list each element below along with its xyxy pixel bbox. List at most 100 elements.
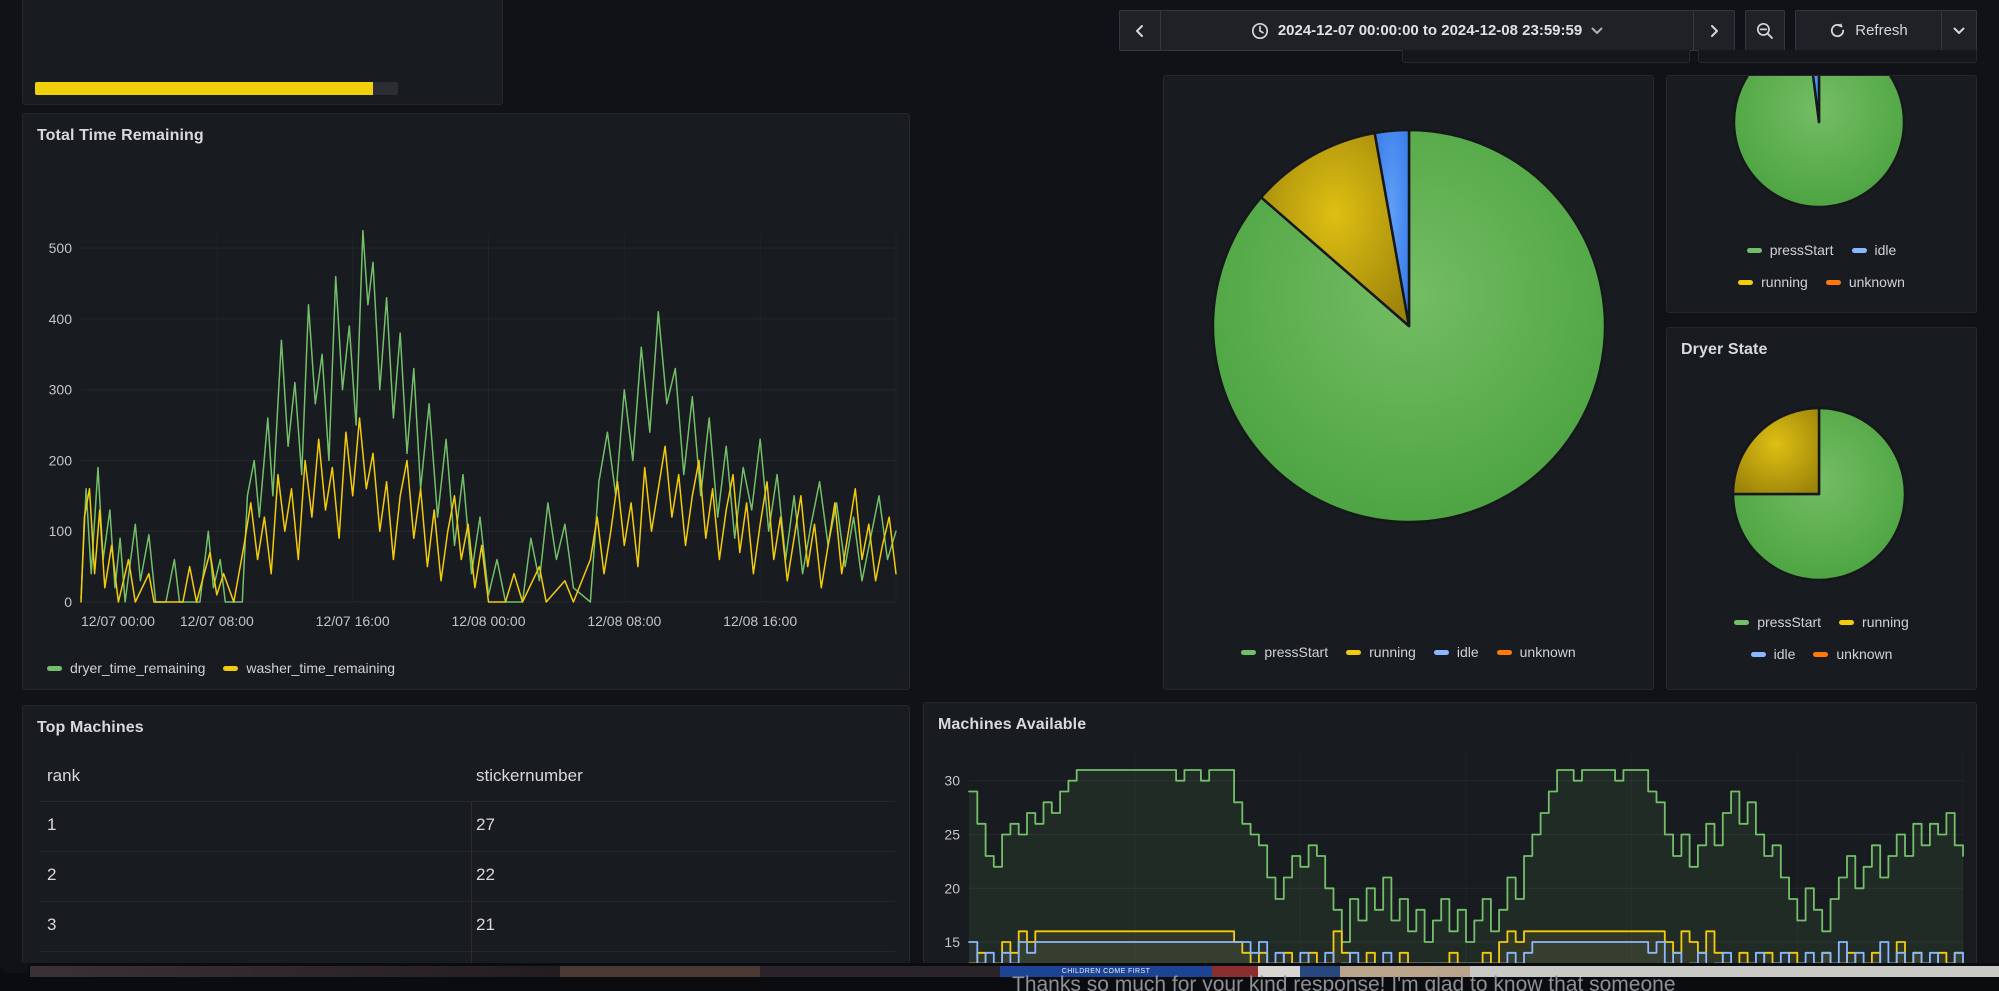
bar-gauge-panel [22,0,503,105]
zoom-out-group [1745,10,1785,51]
table-cell: 27 [476,815,495,835]
legend-label: pressStart [1770,242,1834,258]
legend-item-idle[interactable]: idle [1434,644,1479,660]
panel-title[interactable]: Total Time Remaining [37,127,204,145]
svg-text:12/07 16:00: 12/07 16:00 [316,613,390,629]
total-time-chart[interactable]: 0 100 200 300 400 500 12/07 00:00 12/07 08:00 12… [31,230,899,654]
legend-item-idle[interactable]: idle [1751,646,1796,662]
svg-text:300: 300 [49,382,73,398]
legend-item-dryer_time_remaining[interactable]: dryer_time_remaining [47,660,205,676]
time-range-text: 2024-12-07 00:00:00 to 2024-12-08 23:59:… [1278,22,1582,39]
legend-item-unknown[interactable]: unknown [1497,644,1576,660]
svg-text:15: 15 [944,934,960,950]
legend-label: washer_time_remaining [246,660,395,676]
legend-swatch [1839,620,1854,625]
column-header-rank[interactable]: rank [47,766,80,786]
table-cell: 21 [476,915,495,935]
legend-swatch [223,666,238,671]
table-cell: 3 [47,915,56,935]
top-machines-panel: Top Machines rankstickernumber1272223214… [22,705,910,983]
legend-label: unknown [1520,644,1576,660]
legend-label: running [1862,614,1909,630]
time-picker-group: 2024-12-07 00:00:00 to 2024-12-08 23:59:… [1119,10,1735,51]
legend-row: idle unknown [1667,646,1976,662]
background-window-message: Thanks so much for your kind response! I… [1012,973,1676,991]
refresh-button[interactable]: Refresh [1796,11,1941,50]
svg-text:500: 500 [49,240,73,256]
refresh-interval-button[interactable] [1942,11,1976,50]
legend-row: running unknown [1667,274,1976,290]
chevron-right-icon [1708,24,1720,38]
bar-gauge-fill[interactable] [35,82,373,95]
legend-swatch [1852,248,1867,253]
legend-item-pressStart[interactable]: pressStart [1241,644,1328,660]
washer-state-legend: pressStart running idle unknown [1164,644,1653,660]
legend-swatch [1497,650,1512,655]
svg-text:400: 400 [49,311,73,327]
refresh-circular-arrow-icon [1829,22,1846,39]
legend-item-pressStart[interactable]: pressStart [1734,614,1821,630]
time-forward-button[interactable] [1694,11,1734,50]
legend-label: dryer_time_remaining [70,660,205,676]
legend-label: pressStart [1264,644,1328,660]
legend-item-unknown[interactable]: unknown [1826,274,1905,290]
legend-swatch [47,666,62,671]
legend-swatch [1434,650,1449,655]
legend-swatch [1738,280,1753,285]
background-window-fragment [560,966,760,977]
legend-swatch [1346,650,1361,655]
dryer-state-pie[interactable] [1667,398,1976,598]
svg-text:12/07 00:00: 12/07 00:00 [81,613,155,629]
legend-label: idle [1457,644,1479,660]
svg-text:12/08 00:00: 12/08 00:00 [452,613,526,629]
legend-item-running[interactable]: running [1346,644,1416,660]
dryer-state-panel: Dryer State pressStart running idle unknown [1666,327,1977,690]
chevron-down-icon [1953,27,1965,35]
legend-swatch [1747,248,1762,253]
background-window-fragment [760,966,1000,977]
time-back-button[interactable] [1120,11,1160,50]
legend-label: idle [1774,646,1796,662]
svg-text:12/08 16:00: 12/08 16:00 [723,613,797,629]
legend-row: pressStart running [1667,614,1976,630]
zoom-out-button[interactable] [1746,11,1784,50]
legend-label: unknown [1836,646,1892,662]
svg-text:0: 0 [64,594,72,610]
legend-item-running[interactable]: running [1738,274,1808,290]
svg-text:12/07 08:00: 12/07 08:00 [180,613,254,629]
svg-text:25: 25 [944,827,960,843]
washer-state-pie[interactable] [1164,76,1653,636]
panel-title[interactable]: Dryer State [1681,341,1767,359]
legend-item-running[interactable]: running [1839,614,1909,630]
small-pie-panel: pressStart idle running unknown [1666,75,1977,313]
panel-title[interactable]: Machines Available [938,716,1086,734]
legend-item-pressStart[interactable]: pressStart [1747,242,1834,258]
svg-text:100: 100 [49,523,73,539]
svg-text:200: 200 [49,452,73,468]
washer-state-pie-panel: pressStart running idle unknown [1163,75,1654,690]
legend-label: idle [1875,242,1897,258]
cutoff-panel-sliver [1698,50,1977,63]
small-pie[interactable] [1667,75,1976,241]
refresh-group: Refresh [1795,10,1977,51]
magnifier-minus-icon [1756,22,1774,40]
machines-available-panel: Machines Available 15202530 [923,702,1977,983]
refresh-label: Refresh [1855,22,1908,39]
legend-item-idle[interactable]: idle [1852,242,1897,258]
column-header-stickernumber[interactable]: stickernumber [476,766,583,786]
total-time-legend: dryer_time_remaining washer_time_remainin… [23,660,909,676]
dashboard-window-corner [0,963,28,973]
legend-swatch [1751,652,1766,657]
legend-swatch [1241,650,1256,655]
legend-item-unknown[interactable]: unknown [1813,646,1892,662]
panel-title[interactable]: Top Machines [37,719,144,737]
legend-label: running [1761,274,1808,290]
machines-available-chart[interactable]: 15202530 [932,750,1972,976]
time-range-button[interactable]: 2024-12-07 00:00:00 to 2024-12-08 23:59:… [1161,11,1693,50]
legend-item-washer_time_remaining[interactable]: washer_time_remaining [223,660,395,676]
chevron-left-icon [1134,24,1146,38]
legend-swatch [1813,652,1828,657]
svg-text:30: 30 [944,773,960,789]
table-cell: 22 [476,865,495,885]
legend-row: pressStart idle [1667,242,1976,258]
